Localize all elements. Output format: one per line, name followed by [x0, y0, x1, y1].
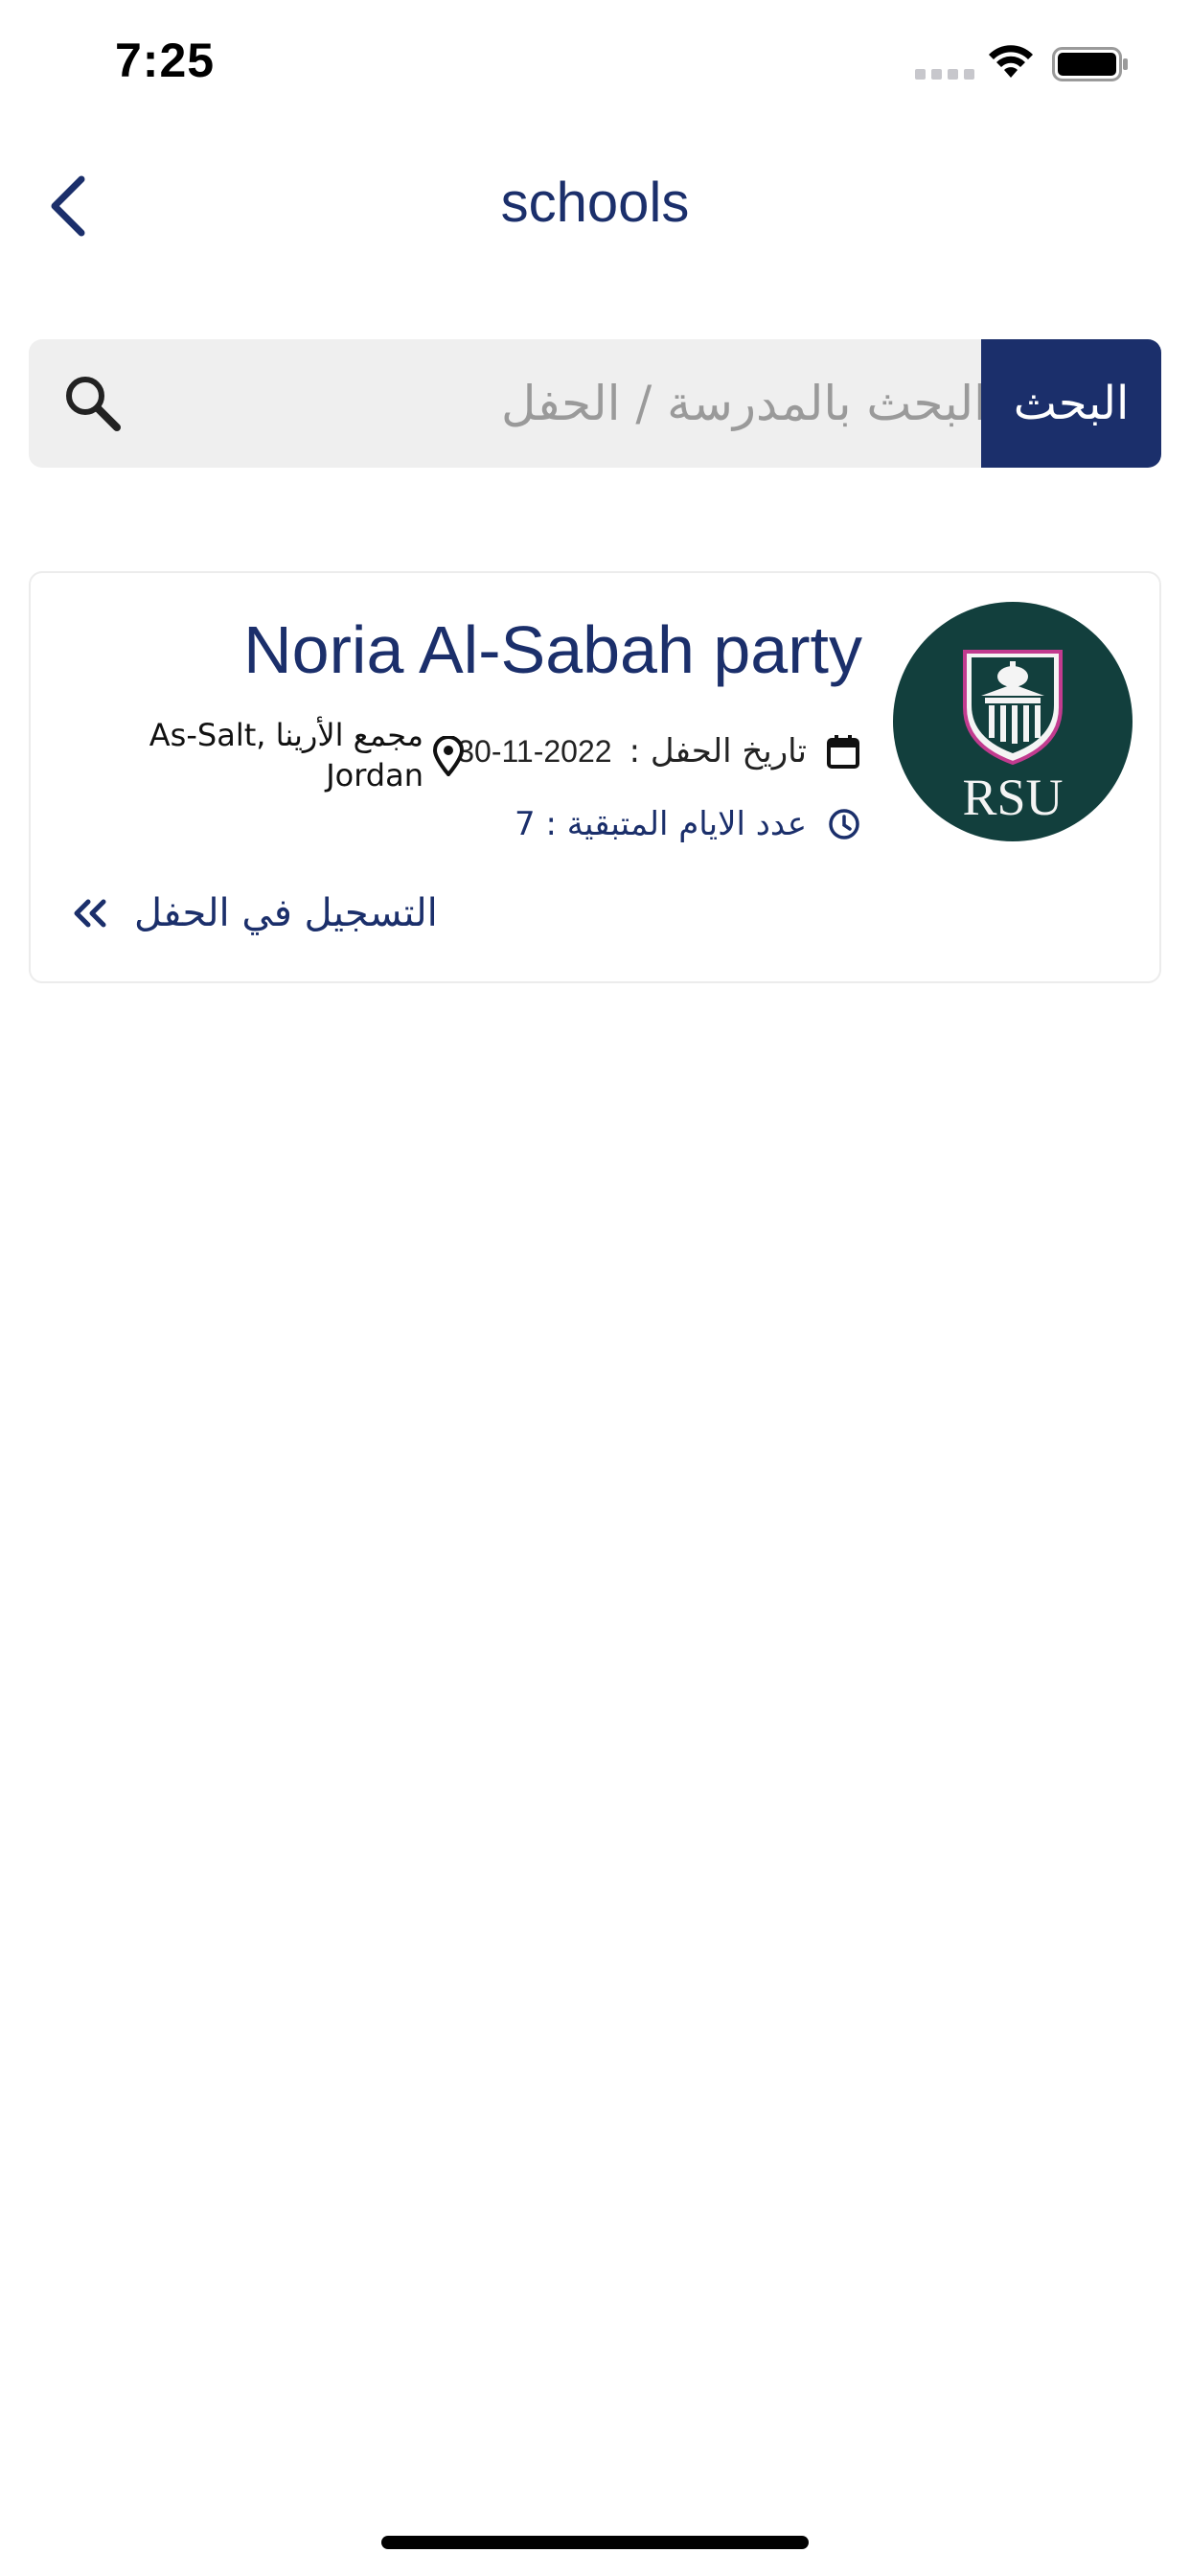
register-button[interactable]: التسجيل في الحفل	[69, 891, 438, 935]
logo-text: RSU	[962, 769, 1063, 826]
location-line-1: As-Salt, مجمع الأرينا	[149, 717, 423, 753]
page-title: schools	[500, 172, 690, 234]
search-input[interactable]	[144, 339, 996, 468]
days-remaining-text: عدد الايام المتبقية : 7	[515, 805, 807, 843]
search-icon[interactable]	[61, 372, 125, 435]
days-remaining-row: عدد الايام المتبقية : 7	[515, 805, 862, 843]
event-date-label: تاريخ الحفل :	[629, 732, 807, 770]
event-date-value: 30-11-2022	[457, 733, 612, 769]
search-button[interactable]: البحث	[981, 339, 1161, 468]
location-pin-icon	[432, 736, 465, 776]
double-chevron-left-icon	[74, 899, 106, 928]
school-logo: RSU	[893, 602, 1133, 841]
battery-icon	[1052, 47, 1128, 81]
status-bar: 7:25	[0, 0, 1190, 134]
event-date-row: تاريخ الحفل : 30-11-2022	[457, 732, 862, 770]
status-time: 7:25	[115, 34, 216, 87]
wifi-icon	[989, 45, 1033, 78]
rsu-crest-icon: RSU	[962, 650, 1064, 826]
event-title: Noria Al-Sabah party	[243, 612, 862, 687]
clock-icon	[829, 809, 859, 840]
home-indicator[interactable]	[381, 2536, 809, 2549]
nav-bar: schools	[0, 153, 1190, 259]
event-card[interactable]: RSU Noria Al-Sabah party تاريخ الحفل : 3…	[29, 571, 1161, 983]
search-bar: البحث	[29, 339, 1161, 468]
calendar-icon	[827, 735, 859, 769]
cellular-signal-icon	[915, 69, 974, 80]
location-line-2: Jordan	[326, 757, 423, 794]
event-location: As-Salt, مجمع الأرينا Jordan	[136, 715, 423, 795]
register-label: التسجيل في الحفل	[134, 891, 438, 935]
